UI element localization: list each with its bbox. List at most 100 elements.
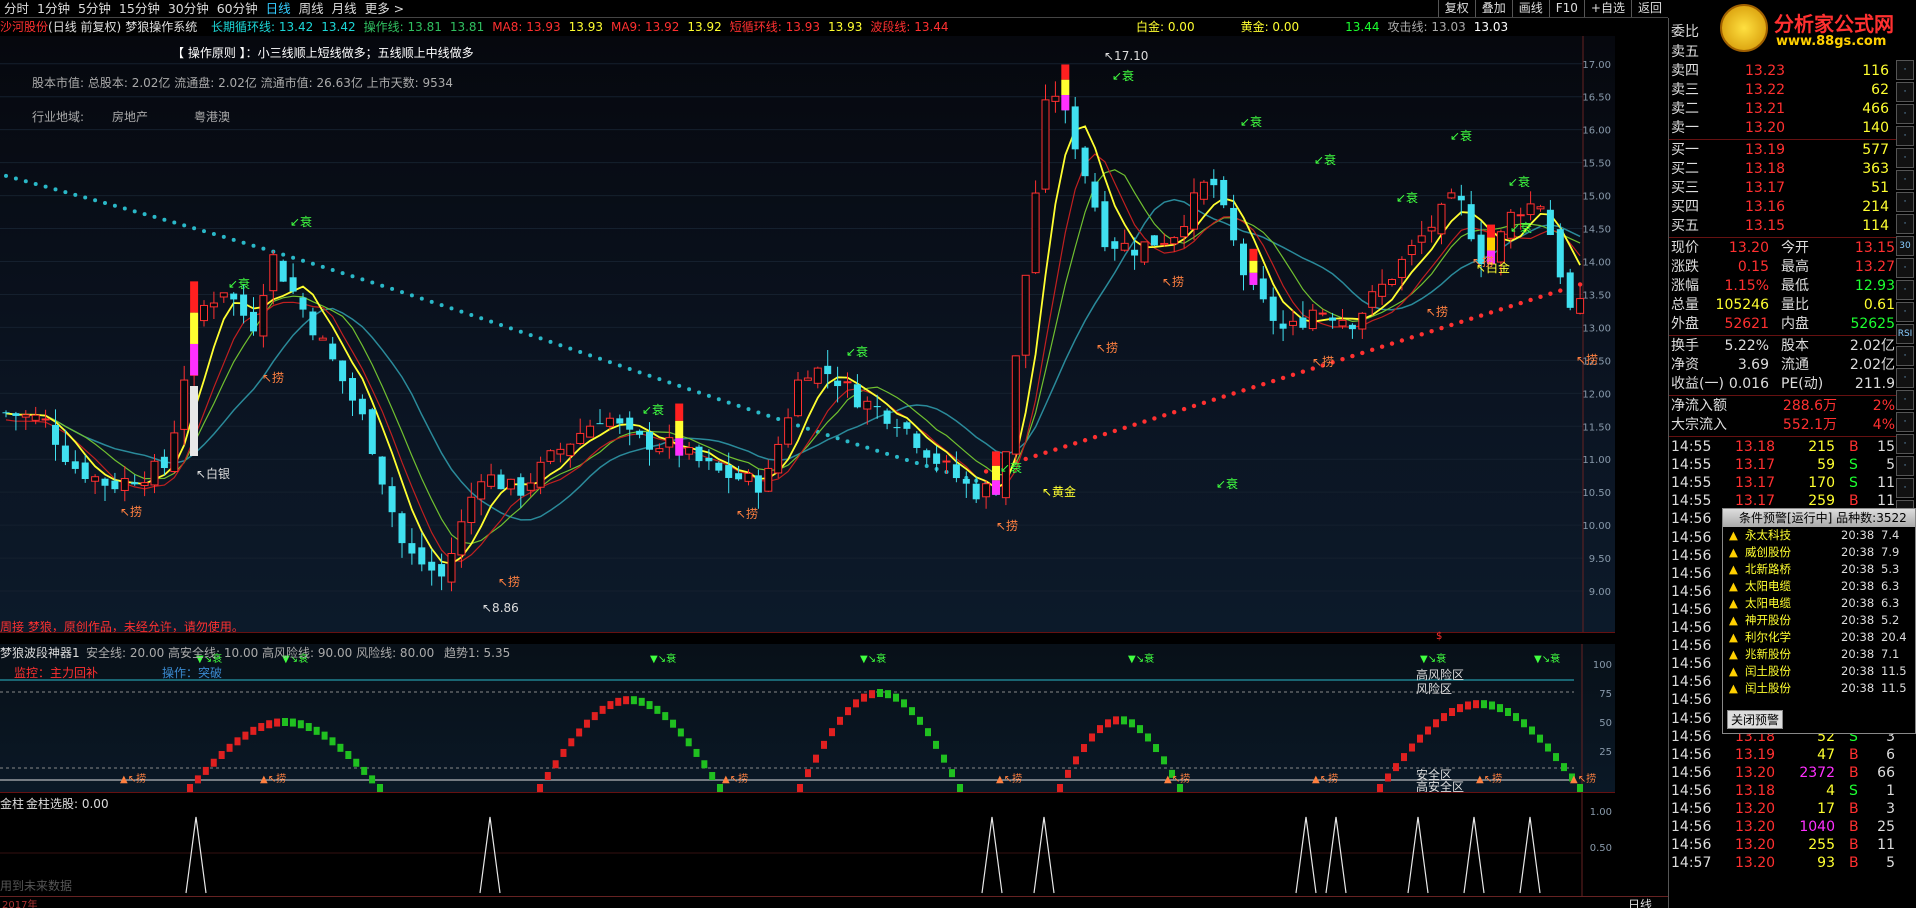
- stat-value: 52621: [1724, 316, 1769, 332]
- attack-line-dot: [1409, 335, 1415, 340]
- attack-line-dot: [1439, 325, 1444, 331]
- top-button-5[interactable]: 返回: [1630, 0, 1668, 17]
- long-cycle-dot: [776, 417, 781, 422]
- stat-label2: 今开: [1781, 240, 1809, 256]
- long-cycle-dot: [360, 277, 365, 282]
- side-tool-5[interactable]: ·: [1896, 170, 1914, 190]
- alert-row[interactable]: ▲ 神开股份 20:38 5.2: [1723, 612, 1915, 629]
- attack-line-dot: [1191, 403, 1197, 409]
- tick-time: 14:55: [1671, 439, 1712, 455]
- alert-row[interactable]: ▲ 利尔化学 20:38 20.4: [1723, 629, 1915, 646]
- alert-title[interactable]: 条件预警[运行中] 品种数:3522: [1723, 509, 1915, 527]
- side-tool-1[interactable]: ·: [1896, 82, 1914, 102]
- side-tool-3[interactable]: ·: [1896, 126, 1914, 146]
- side-tool-8[interactable]: 30: [1896, 236, 1914, 256]
- gold-pillar-spike: [981, 816, 1003, 894]
- side-tool-15[interactable]: ·: [1896, 390, 1914, 410]
- chart-mode: (日线 前复权): [48, 20, 122, 34]
- alert-row[interactable]: ▲ 威创股份 20:38 7.9: [1723, 544, 1915, 561]
- wave-bar: [353, 758, 360, 767]
- side-tool-10[interactable]: ·: [1896, 280, 1914, 300]
- side-tool-19[interactable]: ·: [1896, 478, 1914, 498]
- candle-body: [1368, 291, 1377, 308]
- side-tool-9[interactable]: ·: [1896, 258, 1914, 278]
- top-button-1[interactable]: 叠加: [1474, 0, 1512, 17]
- tick-price: 13.20: [1735, 855, 1776, 872]
- gold-pillar-panel[interactable]: 1.00 0.50 金柱 金柱选股: 0.00 用到未来数据: [0, 792, 1615, 897]
- wave-params: 安全线: 20.00 高安全线: 10.00 高风险线: 90.00 风险线: …: [86, 646, 435, 660]
- candle-body: [883, 410, 891, 424]
- bid-volume: 214: [1862, 199, 1889, 215]
- bid-label: 买二: [1671, 161, 1699, 177]
- candle-body: [209, 302, 218, 308]
- period-tab-9[interactable]: 更多 >: [361, 0, 408, 17]
- top-button-3[interactable]: F10: [1548, 0, 1584, 17]
- alert-row[interactable]: ▲ 闰土股份 20:38 11.5: [1723, 680, 1915, 697]
- stock-title[interactable]: 沙河股份: [0, 20, 48, 34]
- period-tab-7[interactable]: 周线: [295, 0, 328, 17]
- main-candle-chart[interactable]: 17.00 16.50 16.00 15.50 15.00 14.50 14.00 13.50…: [0, 36, 1615, 634]
- alert-row[interactable]: ▲ 永太科技 20:38 7.4: [1723, 527, 1915, 544]
- period-tab-2[interactable]: 5分钟: [74, 0, 115, 17]
- ask-label: 卖二: [1671, 101, 1699, 117]
- period-tab-1[interactable]: 1分钟: [33, 0, 74, 17]
- candle-body: [1457, 195, 1465, 201]
- candle-body: [1447, 192, 1456, 199]
- period-tab-4[interactable]: 30分钟: [164, 0, 213, 17]
- period-tab-3[interactable]: 15分钟: [115, 0, 164, 17]
- side-tool-11[interactable]: ·: [1896, 302, 1914, 322]
- side-tool-4[interactable]: ·: [1896, 148, 1914, 168]
- wave-indicator-panel[interactable]: 100 75 50 25 ▼↘衰 ▼↘衰 ▼↘衰 ▼↘衰 ▼↘衰 ▼↘衰 ▼↘衰 ▲↖捞 ▲↖捞 ▲↖捞 ▲…: [0, 644, 1615, 794]
- side-tool-13[interactable]: ·: [1896, 346, 1914, 366]
- period-tab-5[interactable]: 60分钟: [213, 0, 262, 17]
- tick-row: 14:56 13.20 17 B 3: [1669, 800, 1897, 819]
- wave-bar: [1561, 763, 1567, 772]
- candle-body: [140, 482, 149, 486]
- side-tool-14[interactable]: ·: [1896, 368, 1914, 388]
- side-tool-6[interactable]: ·: [1896, 192, 1914, 212]
- gold-pillar-spike: [1325, 816, 1347, 894]
- signal-candle: [992, 480, 1000, 495]
- wave-bar: [1433, 719, 1439, 728]
- candle-body: [120, 478, 129, 491]
- alert-row[interactable]: ▲ 北新路桥 20:38 5.3: [1723, 561, 1915, 578]
- top-button-4[interactable]: +自选: [1583, 0, 1631, 17]
- side-tool-12[interactable]: RSI: [1896, 324, 1914, 344]
- wave-bar: [274, 718, 281, 727]
- side-tool-18[interactable]: ·: [1896, 456, 1914, 476]
- alert-row[interactable]: ▲ 兆新股份 20:38 7.1: [1723, 646, 1915, 663]
- alert-row[interactable]: ▲ 太阳电缆 20:38 6.3: [1723, 595, 1915, 612]
- long-cycle-dot: [499, 322, 503, 327]
- side-tool-16[interactable]: ·: [1896, 412, 1914, 432]
- indicator-value-7: 13.92: [687, 20, 722, 34]
- alert-time: 20:38: [1841, 528, 1875, 542]
- ind2-tick: 0.50: [1590, 843, 1612, 854]
- side-tool-2[interactable]: ·: [1896, 104, 1914, 124]
- monitor-text: 监控：主力回补: [14, 666, 99, 680]
- candle-body: [923, 450, 931, 458]
- condition-alert-window[interactable]: 条件预警[运行中] 品种数:3522 ▲ 永太科技 20:38 7.4 ▲ 威创股份 20:…: [1722, 508, 1916, 734]
- long-cycle-dot: [449, 306, 454, 311]
- alert-time: 20:38: [1841, 664, 1875, 678]
- bid-row: 买一 13.19 577: [1669, 141, 1897, 160]
- period-tab-6[interactable]: 日线: [262, 0, 295, 17]
- alert-row[interactable]: ▲ 太阳电缆 20:38 6.3: [1723, 578, 1915, 595]
- side-tool-17[interactable]: ·: [1896, 434, 1914, 454]
- buy-signal: ↖捞: [1426, 305, 1448, 319]
- top-button-2[interactable]: 画线: [1511, 0, 1549, 17]
- candle-body: [1170, 237, 1179, 245]
- wave-bar: [1121, 716, 1127, 725]
- period-tab-8[interactable]: 月线: [328, 0, 361, 17]
- period-tab-0[interactable]: 分时: [0, 0, 33, 17]
- side-tool-0[interactable]: ·: [1896, 60, 1914, 80]
- candle-body: [1140, 241, 1149, 263]
- long-cycle-dot: [83, 195, 88, 200]
- top-button-0[interactable]: 复权: [1437, 0, 1475, 17]
- close-alert-button[interactable]: 关闭预警: [1727, 710, 1784, 729]
- flow-pct: 2%: [1872, 398, 1895, 414]
- wave-bar: [638, 697, 645, 706]
- long-cycle-dot: [548, 339, 553, 344]
- tick-volume: 47: [1817, 746, 1835, 763]
- side-tool-7[interactable]: ·: [1896, 214, 1914, 234]
- alert-row[interactable]: ▲ 闰土股份 20:38 11.5: [1723, 663, 1915, 680]
